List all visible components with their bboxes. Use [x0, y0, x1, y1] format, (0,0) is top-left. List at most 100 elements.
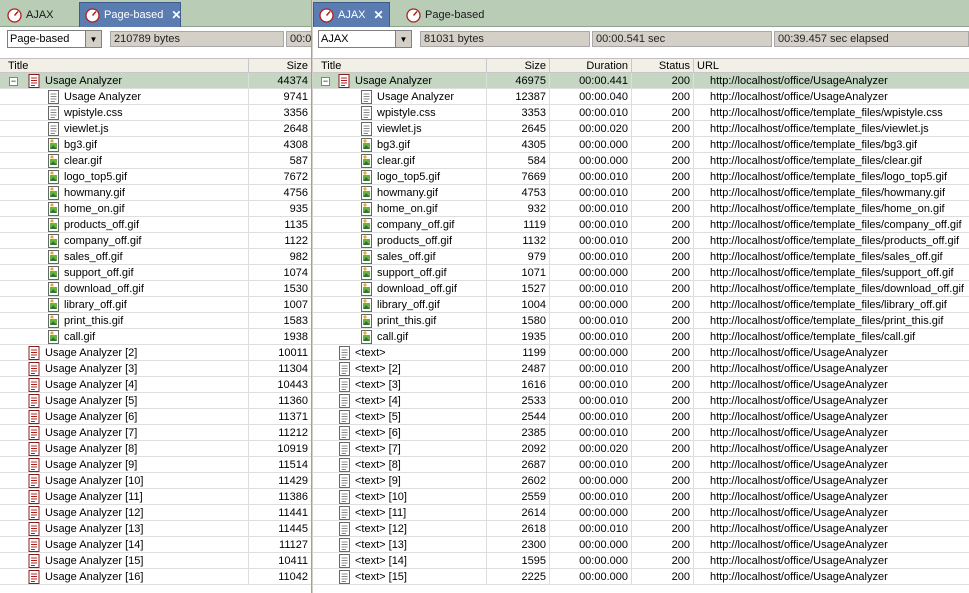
- table-row[interactable]: clear.gif 584 00:00.000 200 http://localhost…: [313, 153, 969, 169]
- table-row[interactable]: home_on.gif 932 00:00.010 200 http://localho…: [313, 201, 969, 217]
- table-row[interactable]: sales_off.gif 982: [0, 249, 311, 265]
- table-row[interactable]: <text> 1199 00:00.000 200 http://localhost/o…: [313, 345, 969, 361]
- table-row[interactable]: products_off.gif 1135: [0, 217, 311, 233]
- table-row[interactable]: <text> [2] 2487 00:00.010 200 http://localho…: [313, 361, 969, 377]
- bytes-field: 81031 bytes: [420, 31, 590, 47]
- table-row[interactable]: support_off.gif 1071 00:00.000 200 http://lo…: [313, 265, 969, 281]
- close-icon[interactable]: ✕: [171, 8, 181, 22]
- title-cell: <text> [3]: [318, 377, 487, 393]
- column-title[interactable]: Title: [5, 59, 249, 73]
- row-title: <text> [9]: [355, 475, 401, 487]
- table-row[interactable]: howmany.gif 4756: [0, 185, 311, 201]
- table-row[interactable]: <text> [10] 2559 00:00.010 200 http://localh…: [313, 489, 969, 505]
- table-row[interactable]: clear.gif 587: [0, 153, 311, 169]
- table-row[interactable]: <text> [13] 2300 00:00.000 200 http://localh…: [313, 537, 969, 553]
- table-row[interactable]: Usage Analyzer [8] 10919: [0, 441, 311, 457]
- table-row[interactable]: Usage Analyzer [2] 10011: [0, 345, 311, 361]
- table-row[interactable]: Usage Analyzer [12] 11441: [0, 505, 311, 521]
- table-row[interactable]: Usage Analyzer [10] 11429: [0, 473, 311, 489]
- column-status[interactable]: Status: [632, 59, 694, 73]
- table-row[interactable]: <text> [8] 2687 00:00.010 200 http://localho…: [313, 457, 969, 473]
- table-row[interactable]: sales_off.gif 979 00:00.010 200 http://local…: [313, 249, 969, 265]
- table-row[interactable]: company_off.gif 1119 00:00.010 200 http://lo…: [313, 217, 969, 233]
- table-row[interactable]: print_this.gif 1580 00:00.010 200 http://loc…: [313, 313, 969, 329]
- table-row[interactable]: Usage Analyzer [9] 11514: [0, 457, 311, 473]
- page-icon: [28, 474, 40, 488]
- column-size[interactable]: Size: [487, 59, 550, 73]
- size-cell: 932: [487, 201, 550, 217]
- mode-select[interactable]: AJAX ▼: [318, 30, 412, 48]
- table-row[interactable]: Usage Analyzer [16] 11042: [0, 569, 311, 585]
- table-row[interactable]: wpistyle.css 3353 00:00.010 200 http://local…: [313, 105, 969, 121]
- gauge-icon: [7, 7, 22, 23]
- table-row[interactable]: company_off.gif 1122: [0, 233, 311, 249]
- collapse-icon[interactable]: −: [9, 77, 18, 86]
- table-row[interactable]: <text> [15] 2225 00:00.000 200 http://localh…: [313, 569, 969, 585]
- table-row[interactable]: Usage Analyzer [3] 11304: [0, 361, 311, 377]
- table-row[interactable]: Usage Analyzer [15] 10411: [0, 553, 311, 569]
- table-row[interactable]: call.gif 1935 00:00.010 200 http://localhost…: [313, 329, 969, 345]
- table-row[interactable]: Usage Analyzer [7] 11212: [0, 425, 311, 441]
- table-row[interactable]: howmany.gif 4753 00:00.010 200 http://localh…: [313, 185, 969, 201]
- table-row[interactable]: Usage Analyzer [4] 10443: [0, 377, 311, 393]
- collapse-icon[interactable]: −: [321, 77, 330, 86]
- table-row[interactable]: support_off.gif 1074: [0, 265, 311, 281]
- tab-page-based[interactable]: Page-based ✕: [79, 2, 181, 27]
- ajax-pane: AJAX ✕ Page-based AJAX ▼ 81031 bytes 00:…: [313, 0, 969, 593]
- mode-select[interactable]: Page-based ▼: [7, 30, 102, 48]
- chevron-down-icon[interactable]: ▼: [395, 31, 411, 47]
- table-row[interactable]: <text> [12] 2618 00:00.010 200 http://localh…: [313, 521, 969, 537]
- url-cell: http://localhost/office/template_files/s…: [710, 267, 954, 279]
- table-row[interactable]: <text> [5] 2544 00:00.010 200 http://localho…: [313, 409, 969, 425]
- tab-ajax[interactable]: AJAX ✕: [313, 2, 390, 27]
- table-row[interactable]: viewlet.js 2648: [0, 121, 311, 137]
- size-cell: 11127: [279, 539, 308, 551]
- table-row[interactable]: <text> [7] 2092 00:00.020 200 http://localho…: [313, 441, 969, 457]
- table-row[interactable]: Usage Analyzer 12387 00:00.040 200 http://lo…: [313, 89, 969, 105]
- table-row[interactable]: viewlet.js 2645 00:00.020 200 http://localho…: [313, 121, 969, 137]
- column-title[interactable]: Title: [318, 59, 487, 73]
- table-row[interactable]: Usage Analyzer [11] 11386: [0, 489, 311, 505]
- status-cell: 200: [632, 249, 694, 265]
- table-row[interactable]: home_on.gif 935: [0, 201, 311, 217]
- table-row[interactable]: <text> [3] 1616 00:00.010 200 http://localho…: [313, 377, 969, 393]
- size-cell: 2559: [487, 489, 550, 505]
- table-row[interactable]: logo_top5.gif 7669 00:00.010 200 http://loca…: [313, 169, 969, 185]
- tab-ajax[interactable]: AJAX: [2, 3, 60, 27]
- table-row[interactable]: <text> [4] 2533 00:00.010 200 http://localho…: [313, 393, 969, 409]
- size-cell: 11386: [278, 491, 308, 503]
- table-row[interactable]: call.gif 1938: [0, 329, 311, 345]
- title-cell: home_on.gif: [318, 201, 487, 217]
- chevron-down-icon[interactable]: ▼: [85, 31, 101, 47]
- column-size[interactable]: Size: [249, 59, 311, 73]
- table-row[interactable]: library_off.gif 1007: [0, 297, 311, 313]
- table-row[interactable]: <text> [6] 2385 00:00.010 200 http://localho…: [313, 425, 969, 441]
- text-doc-icon: [339, 506, 350, 520]
- table-row[interactable]: Usage Analyzer [14] 11127: [0, 537, 311, 553]
- tab-page-based[interactable]: Page-based: [401, 3, 490, 27]
- close-icon[interactable]: ✕: [374, 8, 384, 22]
- page-based-pane: AJAX Page-based ✕ Page-based ▼ 210789 by…: [0, 0, 311, 593]
- url-cell: http://localhost/office/template_files/s…: [710, 251, 943, 263]
- table-row[interactable]: <text> [14] 1595 00:00.000 200 http://localh…: [313, 553, 969, 569]
- table-row[interactable]: print_this.gif 1583: [0, 313, 311, 329]
- table-row[interactable]: Usage Analyzer [5] 11360: [0, 393, 311, 409]
- table-row[interactable]: Usage Analyzer 9741: [0, 89, 311, 105]
- table-row[interactable]: − Usage Analyzer 46975 00:00.441 200 http://l…: [313, 73, 969, 89]
- column-url[interactable]: URL: [694, 59, 969, 73]
- title-cell: logo_top5.gif: [5, 169, 249, 185]
- table-row[interactable]: bg3.gif 4308: [0, 137, 311, 153]
- table-row[interactable]: library_off.gif 1004 00:00.000 200 http://lo…: [313, 297, 969, 313]
- table-row[interactable]: download_off.gif 1530: [0, 281, 311, 297]
- column-duration[interactable]: Duration: [550, 59, 632, 73]
- table-row[interactable]: − Usage Analyzer 44374: [0, 73, 311, 89]
- table-row[interactable]: wpistyle.css 3356: [0, 105, 311, 121]
- table-row[interactable]: download_off.gif 1527 00:00.010 200 http://l…: [313, 281, 969, 297]
- table-row[interactable]: bg3.gif 4305 00:00.000 200 http://localhost/…: [313, 137, 969, 153]
- table-row[interactable]: <text> [11] 2614 00:00.000 200 http://localh…: [313, 505, 969, 521]
- table-row[interactable]: products_off.gif 1132 00:00.010 200 http://l…: [313, 233, 969, 249]
- table-row[interactable]: <text> [9] 2602 00:00.000 200 http://localho…: [313, 473, 969, 489]
- table-row[interactable]: Usage Analyzer [6] 11371: [0, 409, 311, 425]
- table-row[interactable]: logo_top5.gif 7672: [0, 169, 311, 185]
- table-row[interactable]: Usage Analyzer [13] 11445: [0, 521, 311, 537]
